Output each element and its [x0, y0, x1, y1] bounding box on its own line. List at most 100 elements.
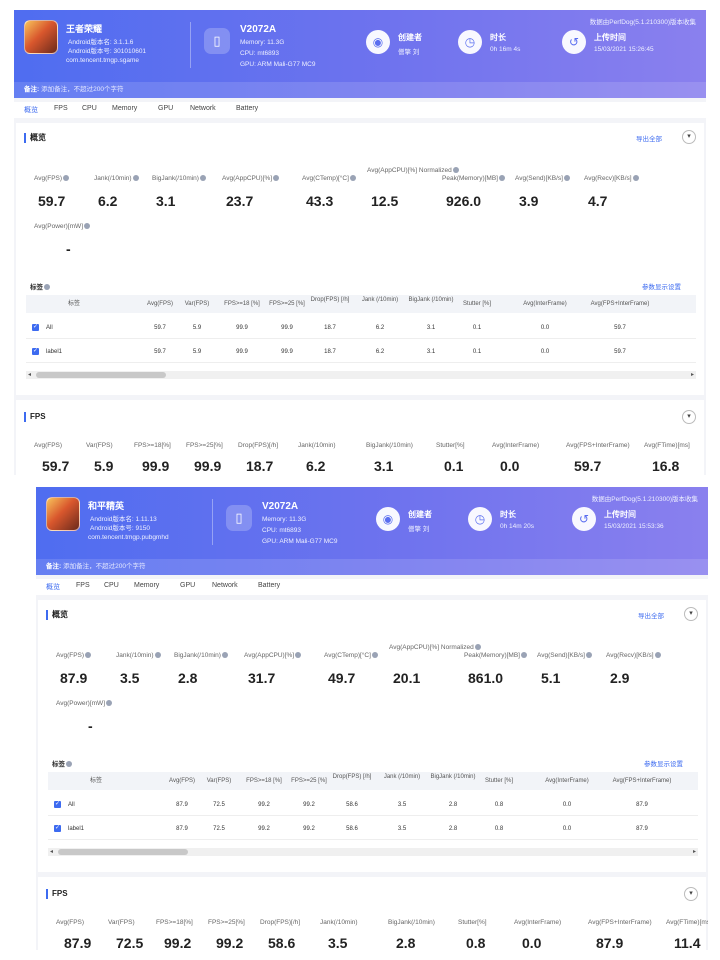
- metric-label-text: Avg(AppCPU)[%]: [222, 175, 273, 182]
- table-cell: All: [68, 802, 75, 808]
- scroll-right-arrow[interactable]: ▸: [691, 371, 694, 379]
- fps-metric-value: 72.5: [116, 935, 144, 950]
- fps-metric-label: Avg(FPS+InterFrame): [588, 919, 652, 926]
- tab-gpu[interactable]: GPU: [158, 105, 173, 112]
- column-header[interactable]: Var(FPS): [202, 778, 236, 785]
- tab-gpu[interactable]: GPU: [180, 582, 195, 589]
- horizontal-scrollbar[interactable]: ◂ ▸: [26, 371, 696, 379]
- scroll-right-arrow[interactable]: ▸: [693, 848, 696, 856]
- tab-network[interactable]: Network: [190, 105, 216, 112]
- tab-battery[interactable]: Battery: [236, 105, 258, 112]
- column-header[interactable]: 标签: [76, 778, 116, 785]
- table-cell: 99.2: [303, 802, 315, 808]
- column-header[interactable]: FPS>=25 [%]: [265, 301, 309, 308]
- column-header[interactable]: FPS>=18 [%]: [242, 778, 286, 785]
- export-all-link[interactable]: 导出全部: [636, 133, 662, 143]
- fps-metric-value: 87.9: [596, 935, 624, 950]
- table-row[interactable]: ✓ label1 59.7 5.9 99.9 99.9 18.7 6.2 3.1 0.1 0.0 59…: [26, 341, 696, 363]
- metric-label: Avg(Recv)[KB/s]: [584, 175, 662, 183]
- metric-value: 5.1: [541, 670, 561, 686]
- collapse-overview-button[interactable]: ▾: [684, 607, 698, 621]
- fps-metric-value: 0.0: [500, 458, 520, 474]
- tab-network[interactable]: Network: [212, 582, 238, 589]
- column-header[interactable]: Avg(FPS): [140, 301, 180, 308]
- tab-memory[interactable]: Memory: [112, 105, 137, 112]
- column-header[interactable]: Var(FPS): [180, 301, 214, 308]
- column-header[interactable]: Jank (/10min): [360, 297, 400, 304]
- table-cell: 5.9: [192, 325, 202, 331]
- scroll-thumb[interactable]: [58, 849, 188, 855]
- metric-label-text: Jank(/10min): [116, 652, 154, 659]
- column-header[interactable]: Drop(FPS) [/h]: [332, 774, 372, 781]
- fps-metric-label: Avg(InterFrame): [492, 442, 540, 449]
- row-checkbox[interactable]: ✓: [32, 324, 39, 331]
- collapse-fps-button[interactable]: ▾: [682, 410, 696, 424]
- note-label: 备注:: [24, 86, 40, 93]
- report-panel-2: 和平精英 Android版本名: 1.11.13 Android版本号: 9150 c…: [36, 487, 708, 950]
- row-checkbox[interactable]: ✓: [32, 348, 39, 355]
- device-model: V2072A: [240, 24, 277, 35]
- column-header[interactable]: 标签: [54, 301, 94, 308]
- user-icon: ◉: [366, 30, 390, 54]
- note-input[interactable]: 添加备注，不超过200个字符: [63, 563, 145, 570]
- scroll-left-arrow[interactable]: ◂: [28, 371, 31, 379]
- scroll-left-arrow[interactable]: ◂: [50, 848, 53, 856]
- table-cell: 2.8: [448, 826, 458, 832]
- column-header[interactable]: FPS>=25 [%]: [287, 778, 331, 785]
- column-header[interactable]: BigJank (/10min): [405, 297, 457, 304]
- power-label: Avg(Power)[mW]: [34, 223, 124, 231]
- tab-memory[interactable]: Memory: [134, 582, 159, 589]
- row-checkbox[interactable]: ✓: [54, 801, 61, 808]
- clock-icon: ◷: [458, 30, 482, 54]
- column-header[interactable]: Avg(FPS+InterFrame): [580, 301, 660, 308]
- table-cell: 18.7: [324, 325, 336, 331]
- horizontal-scrollbar[interactable]: ◂ ▸: [48, 848, 698, 856]
- info-icon: [84, 223, 90, 230]
- scroll-thumb[interactable]: [36, 372, 166, 378]
- duration-title: 时长: [490, 33, 506, 42]
- tab-fps[interactable]: FPS: [54, 105, 68, 112]
- tab-cpu[interactable]: CPU: [104, 582, 119, 589]
- column-header[interactable]: Avg(InterFrame): [520, 301, 570, 308]
- column-header[interactable]: BigJank (/10min): [427, 774, 479, 781]
- column-settings-link[interactable]: 参数显示设置: [642, 281, 681, 291]
- info-icon: [520, 652, 527, 659]
- tab-cpu[interactable]: CPU: [82, 105, 97, 112]
- tab-overview[interactable]: 概览: [46, 582, 60, 592]
- creator-title: 创建者: [398, 33, 422, 42]
- table-cell: 0.0: [562, 826, 572, 832]
- note-input[interactable]: 添加备注，不超过200个字符: [41, 86, 123, 93]
- table-row[interactable]: ✓ label1 87.9 72.5 99.2 99.2 58.6 3.5 2.8 0.8 0.0 8…: [48, 818, 698, 840]
- device-gpu: GPU: ARM Mali-G77 MC9: [262, 538, 338, 545]
- column-header[interactable]: Jank (/10min): [382, 774, 422, 781]
- metric-label: BigJank(/10min): [174, 652, 252, 660]
- table-row[interactable]: ✓ All 59.7 5.9 99.9 99.9 18.7 6.2 3.1 0.1 0.0 59.7: [26, 317, 696, 339]
- row-checkbox[interactable]: ✓: [54, 825, 61, 832]
- export-all-link[interactable]: 导出全部: [638, 610, 664, 620]
- column-header[interactable]: Avg(FPS): [162, 778, 202, 785]
- metric-value: 2.8: [178, 670, 198, 686]
- column-header[interactable]: Drop(FPS) [/h]: [310, 297, 350, 304]
- column-header[interactable]: FPS>=18 [%]: [220, 301, 264, 308]
- note-bar[interactable]: 备注: 添加备注，不超过200个字符: [14, 82, 706, 98]
- tab-battery[interactable]: Battery: [258, 582, 280, 589]
- column-settings-link[interactable]: 参数显示设置: [644, 758, 683, 768]
- note-bar[interactable]: 备注: 添加备注，不超过200个字符: [36, 559, 708, 575]
- tab-overview[interactable]: 概览: [24, 105, 38, 115]
- collapse-overview-button[interactable]: ▾: [682, 130, 696, 144]
- column-header[interactable]: Avg(InterFrame): [542, 778, 592, 785]
- tab-fps[interactable]: FPS: [76, 582, 90, 589]
- upload-value: 15/03/2021 15:26:45: [594, 46, 654, 53]
- fps-metric-label: Avg(FPS+InterFrame): [566, 442, 630, 449]
- collapse-fps-button[interactable]: ▾: [684, 887, 698, 901]
- table-row[interactable]: ✓ All 87.9 72.5 99.2 99.2 58.6 3.5 2.8 0.8 0.0 87.9: [48, 794, 698, 816]
- fps-metric-label: Jank(/10min): [298, 442, 336, 449]
- column-header[interactable]: Stutter [%]: [460, 301, 494, 308]
- android-version-code: Android版本号: 301010601: [68, 48, 147, 55]
- column-header[interactable]: Stutter [%]: [482, 778, 516, 785]
- metric-label: Avg(AppCPU)[%] Normalized: [367, 167, 459, 175]
- info-icon: [132, 175, 139, 182]
- device-cpu: CPU: mt6893: [240, 50, 280, 57]
- column-header[interactable]: Avg(FPS+InterFrame): [602, 778, 682, 785]
- fps-metric-value: 0.8: [466, 935, 486, 950]
